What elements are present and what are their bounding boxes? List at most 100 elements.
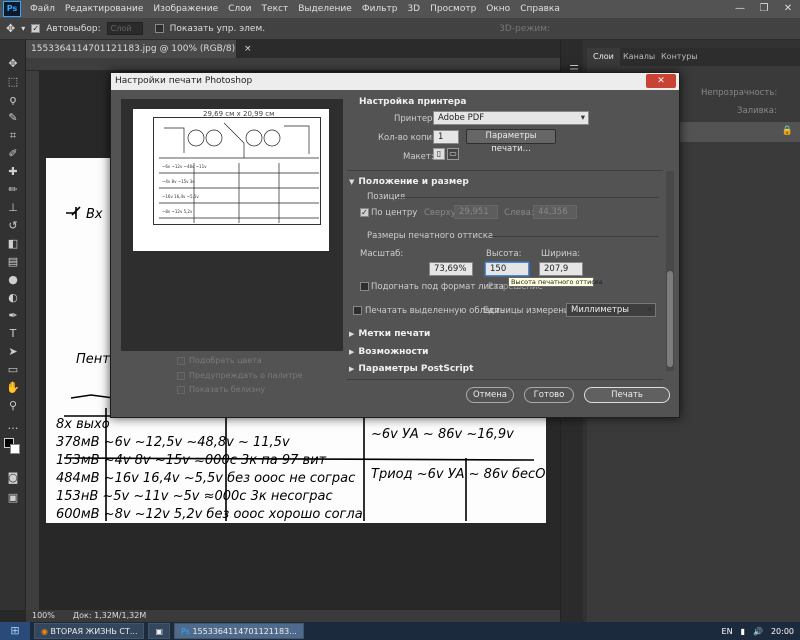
print-settings-button[interactable]: Параметры печати... (466, 129, 556, 154)
background-color-swatch[interactable] (10, 444, 20, 454)
healing-tool-icon[interactable]: ✚ (5, 164, 21, 180)
menu-filter[interactable]: Фильтр (357, 4, 403, 14)
minimize-button[interactable]: — (728, 0, 752, 18)
status-bar: 100% Док: 1,32M/1,32M (26, 610, 560, 622)
match-colors-checkbox[interactable] (177, 356, 185, 365)
left-input[interactable]: 44,356 (533, 205, 577, 219)
app-icon: ▣ (155, 627, 164, 636)
width-input[interactable]: 207,9 (539, 262, 583, 276)
done-button[interactable]: Готово (524, 387, 574, 403)
svg-text:378мВ ~6v ~12,5v ~48,8v ~: 378мВ ~6v ~12,5v ~48,8v ~ 11,5v (56, 435, 290, 450)
functions-section-header[interactable]: ▶ Возможности (349, 347, 428, 357)
eyedropper-tool-icon[interactable]: ✐ (5, 146, 21, 162)
menu-help[interactable]: Справка (515, 4, 565, 14)
menu-edit[interactable]: Редактирование (60, 4, 149, 14)
move-tool-icon[interactable]: ✥ (5, 56, 21, 72)
language-indicator[interactable]: EN (722, 627, 733, 636)
functions-heading: Возможности (358, 347, 429, 357)
show-controls-checkbox[interactable] (154, 24, 164, 33)
close-window-button[interactable]: ✕ (776, 0, 800, 18)
blur-tool-icon[interactable]: ● (5, 272, 21, 288)
document-tab[interactable]: 1553364114701121183.jpg @ 100% (RGB/8) × (26, 40, 252, 58)
autoselect-checkbox[interactable] (31, 24, 41, 33)
menu-layers[interactable]: Слои (223, 4, 256, 14)
position-divider (397, 197, 659, 198)
menu-view[interactable]: Просмотр (425, 4, 481, 14)
stamp-tool-icon[interactable]: ⊥ (5, 200, 21, 216)
menu-select[interactable]: Выделение (293, 4, 357, 14)
zoom-tool-icon[interactable]: ⚲ (5, 398, 21, 414)
screen-mode-icon[interactable]: ▣ (5, 490, 21, 506)
menu-bar: Ps Файл Редактирование Изображение Слои … (0, 0, 800, 18)
preview-image[interactable]: ~6v ~12v ~48v ~11v ~4v 8v ~15v 3к ~16v 1… (153, 117, 321, 225)
print-size-divider (491, 236, 659, 237)
pen-tool-icon[interactable]: ✒ (5, 308, 21, 324)
menu-window[interactable]: Окно (481, 4, 515, 14)
scrollbar-thumb[interactable] (667, 271, 673, 367)
eraser-tool-icon[interactable]: ◧ (5, 236, 21, 252)
settings-scrollbar[interactable] (666, 171, 674, 371)
taskbar-photoshop[interactable]: Ps 1553364114701121183... (174, 623, 304, 639)
path-select-tool-icon[interactable]: ➤ (5, 344, 21, 360)
tab-paths[interactable]: Контуры (655, 48, 704, 66)
gradient-tool-icon[interactable]: ▤ (5, 254, 21, 270)
paper-white-checkbox[interactable] (177, 385, 185, 394)
svg-text:~6v ~12v ~48v ~11v: ~6v ~12v ~48v ~11v (162, 164, 207, 169)
shape-tool-icon[interactable]: ▭ (5, 362, 21, 378)
svg-text:~6v УА ~ 86v ~16,9v: ~6v УА ~ 86v ~16,9v (371, 427, 514, 442)
start-button[interactable]: ⊞ (0, 622, 30, 640)
history-brush-tool-icon[interactable]: ↺ (5, 218, 21, 234)
menu-3d[interactable]: 3D (402, 4, 425, 14)
position-size-section-header[interactable]: ▼ Положение и размер (349, 177, 469, 187)
printer-setup-heading: Настройка принтера (359, 97, 467, 107)
scale-input[interactable]: 73,69% (429, 262, 473, 276)
crop-tool-icon[interactable]: ⌗ (5, 128, 21, 144)
tool-preset-icon[interactable]: ▾ (21, 24, 25, 33)
height-input[interactable]: 150 (485, 262, 529, 276)
printer-label: Принтер: (394, 114, 436, 124)
marquee-tool-icon[interactable]: ⬚ (5, 74, 21, 90)
print-marks-section-header[interactable]: ▶ Метки печати (349, 329, 430, 339)
top-input[interactable]: 29,951 (454, 205, 498, 219)
copies-input[interactable]: 1 (433, 130, 459, 144)
menu-file[interactable]: Файл (25, 4, 60, 14)
center-checkbox[interactable] (360, 208, 369, 217)
autoselect-dropdown[interactable]: Слой (106, 22, 143, 35)
zoom-level[interactable]: 100% (32, 610, 55, 622)
units-select[interactable]: Миллиметры (566, 303, 656, 317)
postscript-section-header[interactable]: ▶ Параметры PostScript (349, 364, 473, 374)
hand-tool-icon[interactable]: ✋ (5, 380, 21, 396)
move-tool-icon[interactable]: ✥ (6, 22, 15, 35)
more-tools-icon[interactable]: … (5, 418, 21, 434)
maximize-button[interactable]: ❐ (752, 0, 776, 18)
print-selected-checkbox[interactable] (353, 306, 362, 315)
postscript-heading: Параметры PostScript (358, 364, 474, 374)
type-tool-icon[interactable]: T (5, 326, 21, 342)
taskbar-other-app[interactable]: ▣ (148, 623, 171, 639)
collapse-arrow-icon: ▼ (349, 178, 355, 186)
taskbar-photoshop-label: 1553364114701121183... (192, 627, 297, 636)
gamut-warning-checkbox[interactable] (177, 371, 185, 380)
close-tab-icon[interactable]: × (244, 44, 252, 54)
printer-select[interactable]: Adobe PDF (433, 111, 589, 125)
quick-select-tool-icon[interactable]: ✎ (5, 110, 21, 126)
menu-image[interactable]: Изображение (148, 4, 223, 14)
footer-divider (347, 379, 663, 380)
print-button[interactable]: Печать (584, 387, 670, 403)
lasso-tool-icon[interactable]: ϙ (5, 92, 21, 108)
network-icon[interactable]: ▮ (741, 627, 745, 636)
volume-icon[interactable]: 🔊 (753, 627, 763, 636)
taskbar-browser[interactable]: ◉ ВТОРАЯ ЖИЗНЬ СТ... (34, 623, 145, 639)
tab-layers[interactable]: Слои (587, 48, 620, 66)
brush-tool-icon[interactable]: ✏ (5, 182, 21, 198)
menu-type[interactable]: Текст (257, 4, 294, 14)
cancel-button[interactable]: Отмена (466, 387, 514, 403)
clock[interactable]: 20:00 (771, 627, 794, 636)
fit-media-checkbox[interactable] (360, 282, 369, 291)
portrait-layout-icon[interactable]: ▯ (433, 148, 445, 160)
autoselect-label: Автовыбор: (46, 23, 101, 34)
dialog-close-button[interactable]: ✕ (646, 74, 676, 88)
landscape-layout-icon[interactable]: ▭ (447, 148, 459, 160)
dodge-tool-icon[interactable]: ◐ (5, 290, 21, 306)
quick-mask-icon[interactable]: ◙ (5, 470, 21, 486)
